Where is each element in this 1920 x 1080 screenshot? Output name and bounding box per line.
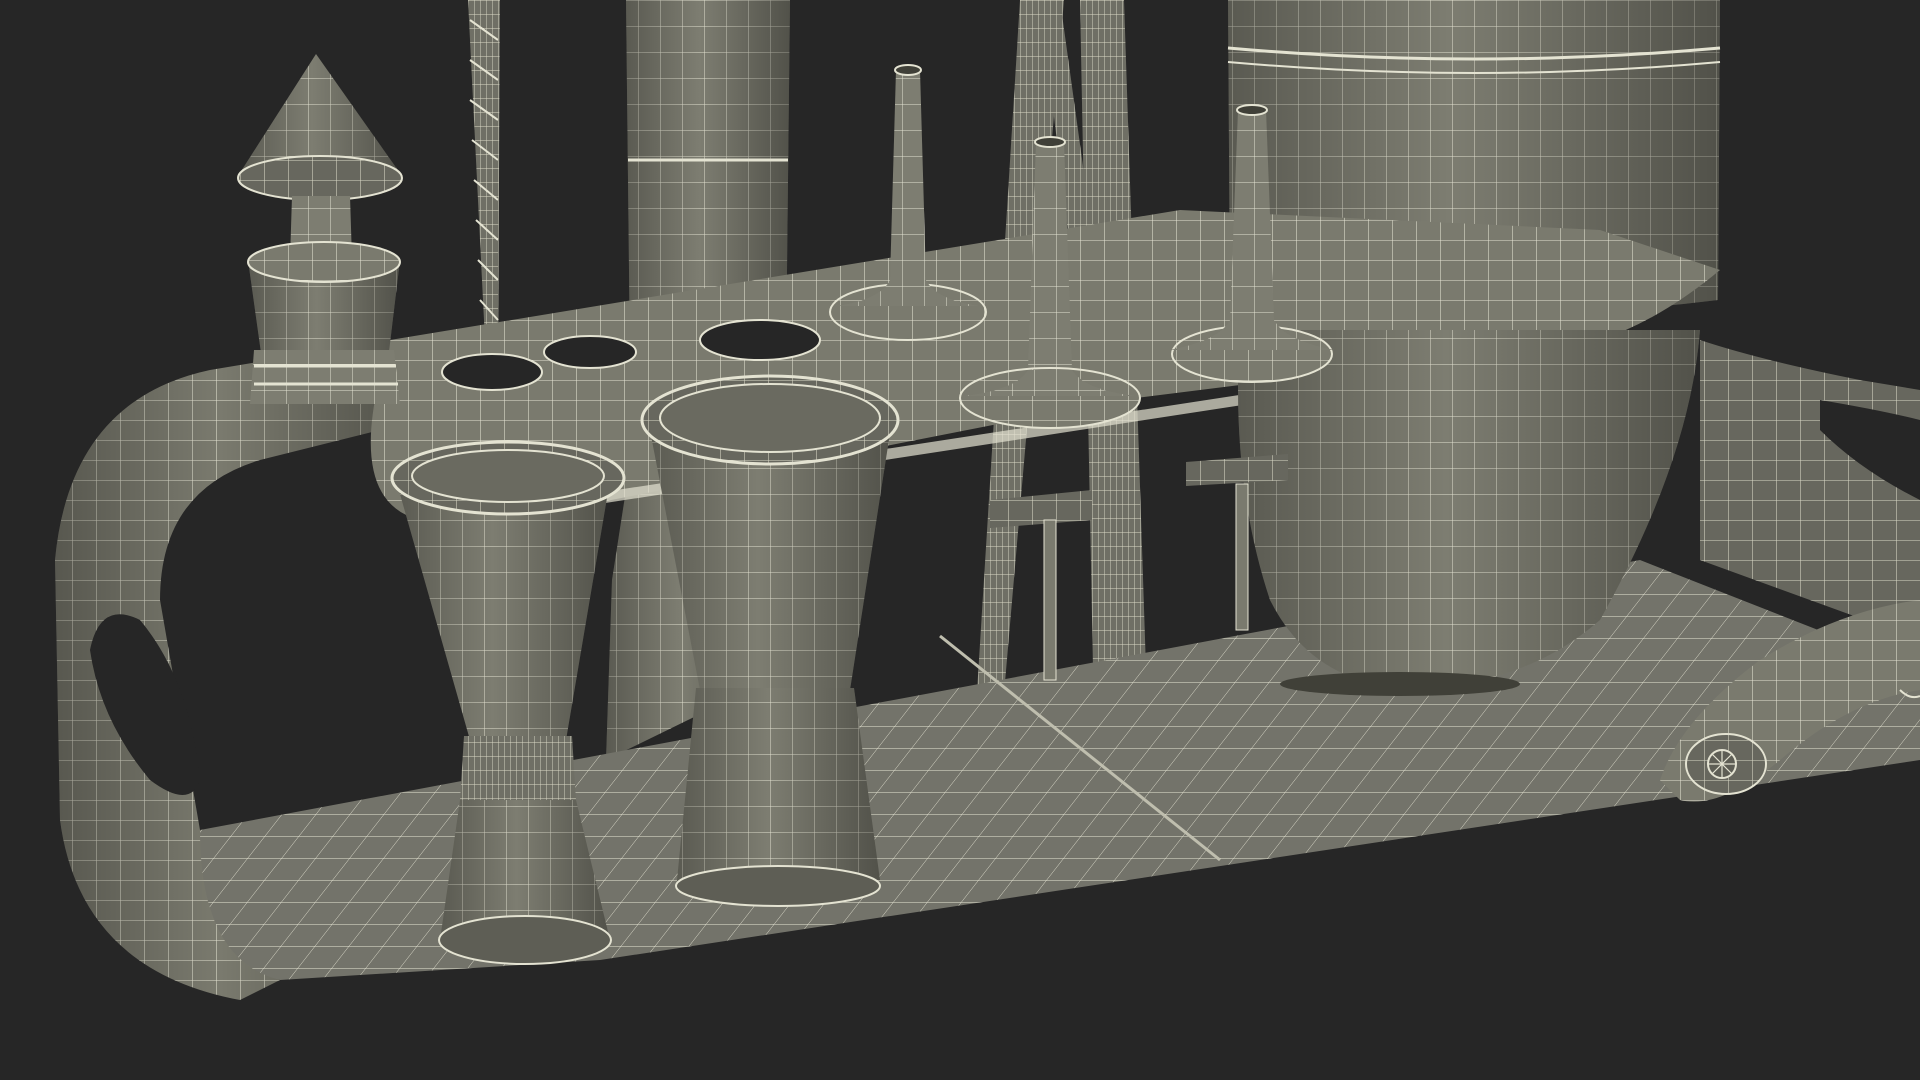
wireframe-render-scene: [0, 0, 1920, 1080]
